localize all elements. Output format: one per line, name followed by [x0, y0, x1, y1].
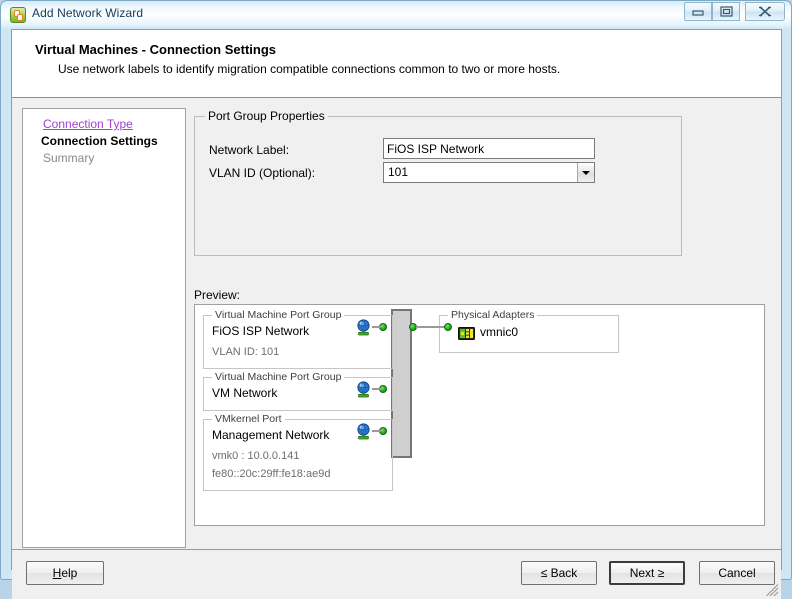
preview-port-group-name: VM Network: [212, 386, 278, 400]
page-title: Virtual Machines - Connection Settings: [35, 42, 277, 57]
connector-dot: [444, 323, 452, 331]
close-button[interactable]: [745, 2, 785, 21]
dialog-content: Virtual Machines - Connection Settings U…: [11, 29, 782, 599]
close-icon: [759, 6, 771, 17]
virtual-network-globe-icon: [355, 381, 372, 398]
wizard-step-list: Connection Type Connection Settings Summ…: [22, 108, 186, 548]
vlan-id-value: 101: [388, 165, 409, 179]
preview-vmkernel-ipv4: vmk0 : 10.0.0.141: [212, 450, 300, 462]
virtual-switch-bar: [391, 309, 412, 458]
help-button-rest: elp: [61, 566, 78, 580]
connector-wire: [372, 388, 381, 390]
network-preview-panel: Virtual Machine Port Group FiOS ISP Netw…: [194, 304, 765, 526]
connector-wire: [416, 326, 446, 328]
preview-port-group-caption: Virtual Machine Port Group: [212, 309, 345, 321]
back-button[interactable]: ≤ Back: [521, 561, 597, 585]
port-group-properties-group: Port Group Properties Network Label: VLA…: [194, 109, 682, 256]
preview-physical-adapters-group: Physical Adapters vmnic0: [439, 309, 619, 353]
add-network-wizard-icon: [10, 7, 26, 23]
help-button-label: Help: [53, 566, 78, 580]
wizard-header: Virtual Machines - Connection Settings U…: [12, 30, 781, 98]
preview-adapter-name: vmnic0: [480, 325, 519, 339]
preview-vmkernel-ipv6: fe80::20c:29ff:fe18:ae9d: [212, 468, 331, 480]
page-subtitle: Use network labels to identify migration…: [58, 62, 561, 76]
minimize-button[interactable]: [684, 2, 712, 21]
chevron-down-icon[interactable]: [577, 163, 594, 182]
preview-port-group-detail: VLAN ID: 101: [212, 346, 280, 358]
help-button[interactable]: Help: [26, 561, 104, 585]
next-button[interactable]: Next ≥: [609, 561, 685, 585]
add-network-wizard-window: Add Network Wizard Virtual Machines - Co…: [0, 0, 792, 599]
connector-wire: [372, 326, 381, 328]
vlan-id-label: VLAN ID (Optional):: [209, 166, 316, 180]
network-label-input[interactable]: [383, 138, 595, 159]
resize-grip[interactable]: [766, 584, 779, 597]
title-bar[interactable]: Add Network Wizard: [1, 1, 791, 29]
dialog-button-bar: Help ≤ Back Next ≥ Cancel: [12, 549, 781, 599]
preview-vmkernel-name: Management Network: [212, 428, 330, 442]
wizard-page-body: Port Group Properties Network Label: VLA…: [188, 108, 771, 548]
virtual-network-globe-icon: [355, 319, 372, 336]
minimize-icon: [692, 10, 704, 16]
preview-label: Preview:: [194, 288, 241, 302]
network-label-label: Network Label:: [209, 143, 290, 157]
preview-port-group-caption: Virtual Machine Port Group: [212, 371, 345, 383]
vlan-id-combobox[interactable]: 101: [383, 162, 595, 183]
sidebar-item-connection-settings[interactable]: Connection Settings: [41, 134, 158, 148]
maximize-button[interactable]: [712, 2, 740, 21]
maximize-icon: [720, 6, 733, 17]
virtual-network-globe-icon: [355, 423, 372, 440]
port-group-properties-legend: Port Group Properties: [205, 109, 328, 123]
sidebar-item-connection-type[interactable]: Connection Type: [43, 117, 133, 131]
connector-wire: [372, 430, 381, 432]
sidebar-item-summary[interactable]: Summary: [43, 151, 94, 165]
window-title: Add Network Wizard: [32, 6, 144, 20]
preview-port-group-name: FiOS ISP Network: [212, 324, 310, 338]
preview-vmkernel-caption: VMkernel Port: [212, 413, 285, 425]
preview-physical-adapters-caption: Physical Adapters: [448, 309, 538, 321]
cancel-button[interactable]: Cancel: [699, 561, 775, 585]
network-adapter-icon: [458, 327, 475, 340]
